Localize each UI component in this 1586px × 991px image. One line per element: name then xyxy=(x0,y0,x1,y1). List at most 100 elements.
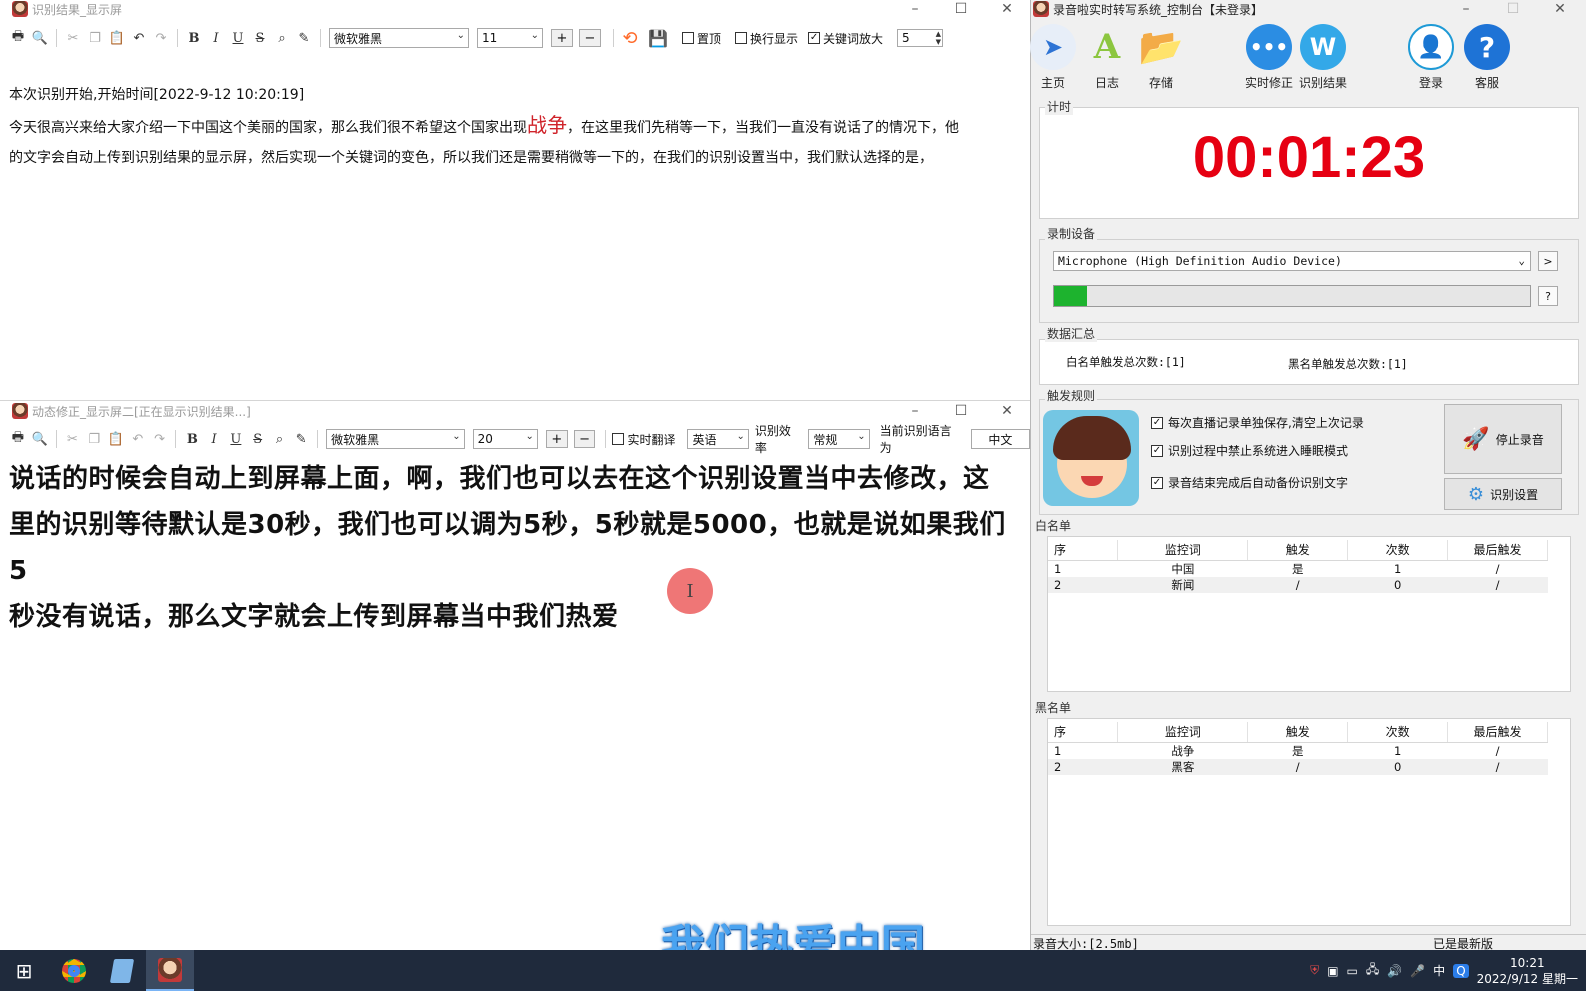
column-header[interactable]: 最后触发 xyxy=(1447,722,1548,743)
spinner-arrows-icon[interactable]: ▲ ▼ xyxy=(936,30,941,46)
chrome-taskbar-button[interactable] xyxy=(50,950,98,991)
font-select[interactable]: 微软雅黑 ⌄ xyxy=(329,28,469,48)
dynamic-text-area[interactable]: 说话的时候会自动上到屏幕上面，啊，我们也可以去在这个识别设置当中去修改，这 里的… xyxy=(9,456,1019,640)
bold-icon[interactable]: B xyxy=(182,429,202,449)
decrease-size-button[interactable]: − xyxy=(573,430,596,448)
strikethrough-icon[interactable]: S xyxy=(248,429,268,449)
maximize-icon[interactable]: ☐ xyxy=(938,402,984,420)
highlight-icon[interactable]: ✎ xyxy=(291,429,311,449)
column-header[interactable]: 序 xyxy=(1048,722,1119,743)
network-icon[interactable]: 🖧 xyxy=(1366,960,1379,981)
result-window-titlebar[interactable]: 识别结果_显示屏 – ☐ ✕ xyxy=(0,0,1030,18)
keyword-zoom-spinner[interactable]: 5 ▲ ▼ xyxy=(897,29,944,47)
increase-size-button[interactable]: + xyxy=(545,430,568,448)
wrap-checkbox[interactable]: 换行显示 xyxy=(735,30,798,47)
login-button[interactable]: 👤 登录 xyxy=(1403,24,1459,91)
start-button[interactable]: ⊞ xyxy=(0,950,48,991)
stop-recording-button[interactable]: 🚀 停止录音 xyxy=(1444,404,1562,474)
italic-icon[interactable]: I xyxy=(206,28,226,48)
column-header[interactable]: 次数 xyxy=(1347,540,1449,561)
undo-icon[interactable]: ↶ xyxy=(129,28,149,48)
notebook-taskbar-button[interactable] xyxy=(98,950,146,991)
pin-top-checkbox[interactable]: 置顶 xyxy=(682,30,721,47)
underline-icon[interactable]: U xyxy=(226,429,246,449)
log-button[interactable]: A 日志 xyxy=(1079,24,1135,91)
italic-icon[interactable]: I xyxy=(204,429,224,449)
dynamic-fix-titlebar[interactable]: 动态修正_显示屏二[正在显示识别结果...] – ☐ ✕ xyxy=(0,402,1030,420)
column-header[interactable]: 序 xyxy=(1048,540,1119,561)
minimize-icon[interactable]: – xyxy=(892,402,938,420)
storage-button[interactable]: 📂 存储 xyxy=(1133,24,1189,91)
print-preview-icon[interactable]: 🔍 xyxy=(30,429,50,449)
cut-icon[interactable]: ✂ xyxy=(63,429,83,449)
assistant-icon[interactable]: Q xyxy=(1453,963,1469,978)
save-icon[interactable]: 💾 xyxy=(648,28,668,48)
highlight-icon[interactable]: ✎ xyxy=(294,28,314,48)
column-header[interactable]: 监控词 xyxy=(1117,540,1249,561)
refresh-icon[interactable]: ⟲ xyxy=(620,28,640,49)
recorder-app-taskbar-button[interactable] xyxy=(146,950,194,991)
ime-indicator[interactable]: 中 xyxy=(1433,962,1445,979)
minimize-icon[interactable]: – xyxy=(1439,0,1493,18)
font-size-select[interactable]: 11 ⌄ xyxy=(477,28,543,48)
current-language-field[interactable]: 中文 xyxy=(970,429,1031,449)
clock[interactable]: 10:21 2022/9/12 星期一 xyxy=(1477,955,1578,987)
close-icon[interactable]: ✕ xyxy=(984,0,1030,18)
customer-service-button[interactable]: ? 客服 xyxy=(1459,24,1515,91)
copy-icon[interactable]: ❐ xyxy=(85,28,105,48)
paste-icon[interactable]: 📋 xyxy=(107,28,127,48)
console-titlebar[interactable]: 录音啦实时转写系统_控制台【未登录】 – ☐ ✕ xyxy=(1031,0,1586,18)
rule-no-sleep-checkbox[interactable]: ✓ 识别过程中禁止系统进入睡眠模式 xyxy=(1151,442,1348,459)
display-icon[interactable]: ▭ xyxy=(1347,964,1358,978)
column-header[interactable]: 监控词 xyxy=(1117,722,1249,743)
device-more-button[interactable]: > xyxy=(1538,251,1558,271)
recognition-settings-button[interactable]: ⚙ 识别设置 xyxy=(1444,478,1562,510)
underline-icon[interactable]: U xyxy=(228,28,248,48)
column-header[interactable]: 最后触发 xyxy=(1447,540,1548,561)
rule-separate-save-checkbox[interactable]: ✓ 每次直播记录单独保存,清空上次记录 xyxy=(1151,414,1364,431)
recording-device-select[interactable]: Microphone (High Definition Audio Device… xyxy=(1053,251,1531,271)
redo-icon[interactable]: ↷ xyxy=(150,429,170,449)
find-icon[interactable]: ⌕ xyxy=(272,28,292,48)
print-preview-icon[interactable]: 🔍 xyxy=(30,28,50,48)
close-icon[interactable]: ✕ xyxy=(984,402,1030,420)
blacklist-row[interactable]: 2 黑客/0/ xyxy=(1048,758,1548,775)
column-header[interactable]: 触发 xyxy=(1247,722,1349,743)
close-icon[interactable]: ✕ xyxy=(1533,0,1586,18)
microphone-icon[interactable]: 🎤 xyxy=(1410,964,1425,978)
vm-icon[interactable]: ▣ xyxy=(1327,964,1338,978)
home-button[interactable]: ➤ 主页 xyxy=(1025,24,1081,91)
increase-size-button[interactable]: + xyxy=(551,29,573,47)
print-icon[interactable]: 🖶 xyxy=(8,28,28,48)
strikethrough-icon[interactable]: S xyxy=(250,28,270,48)
realtime-fix-button[interactable]: ••• 实时修正 xyxy=(1241,24,1297,91)
recognition-result-button[interactable]: W 识别结果 xyxy=(1295,24,1351,91)
realtime-translate-checkbox[interactable]: 实时翻译 xyxy=(612,431,675,448)
rule-auto-backup-checkbox[interactable]: ✓ 录音结束完成后自动备份识别文字 xyxy=(1151,474,1348,491)
volume-icon[interactable]: 🔊 xyxy=(1387,964,1402,978)
redo-icon[interactable]: ↷ xyxy=(151,28,171,48)
maximize-icon[interactable]: ☐ xyxy=(938,0,984,18)
print-icon[interactable]: 🖶 xyxy=(8,429,28,449)
undo-icon[interactable]: ↶ xyxy=(128,429,148,449)
maximize-icon[interactable]: ☐ xyxy=(1493,0,1533,18)
whitelist-row[interactable]: 1 中国 是 1 / xyxy=(1048,560,1548,577)
cut-icon[interactable]: ✂ xyxy=(63,28,83,48)
find-icon[interactable]: ⌕ xyxy=(270,429,290,449)
result-text-area[interactable]: 本次识别开始,开始时间[2022-9-12 10:20:19] 今天很高兴来给大… xyxy=(9,80,1019,173)
font-select[interactable]: 微软雅黑 ⌄ xyxy=(326,429,465,449)
whitelist-row[interactable]: 2 新闻/0/ xyxy=(1048,576,1548,593)
font-size-select[interactable]: 20 ⌄ xyxy=(472,429,538,449)
paste-icon[interactable]: 📋 xyxy=(106,429,126,449)
column-header[interactable]: 触发 xyxy=(1247,540,1349,561)
copy-icon[interactable]: ❐ xyxy=(84,429,104,449)
keyword-zoom-checkbox[interactable]: ✓ 关键词放大 xyxy=(808,30,883,47)
level-help-button[interactable]: ? xyxy=(1538,286,1558,306)
translate-language-select[interactable]: 英语 ⌄ xyxy=(687,429,749,449)
blacklist-row[interactable]: 1 战争 是 1 / xyxy=(1048,742,1548,759)
antivirus-icon[interactable]: ⛨ xyxy=(1310,963,1319,978)
decrease-size-button[interactable]: − xyxy=(579,29,601,47)
efficiency-select[interactable]: 常规 ⌄ xyxy=(808,429,870,449)
minimize-icon[interactable]: – xyxy=(892,0,938,18)
column-header[interactable]: 次数 xyxy=(1347,722,1449,743)
